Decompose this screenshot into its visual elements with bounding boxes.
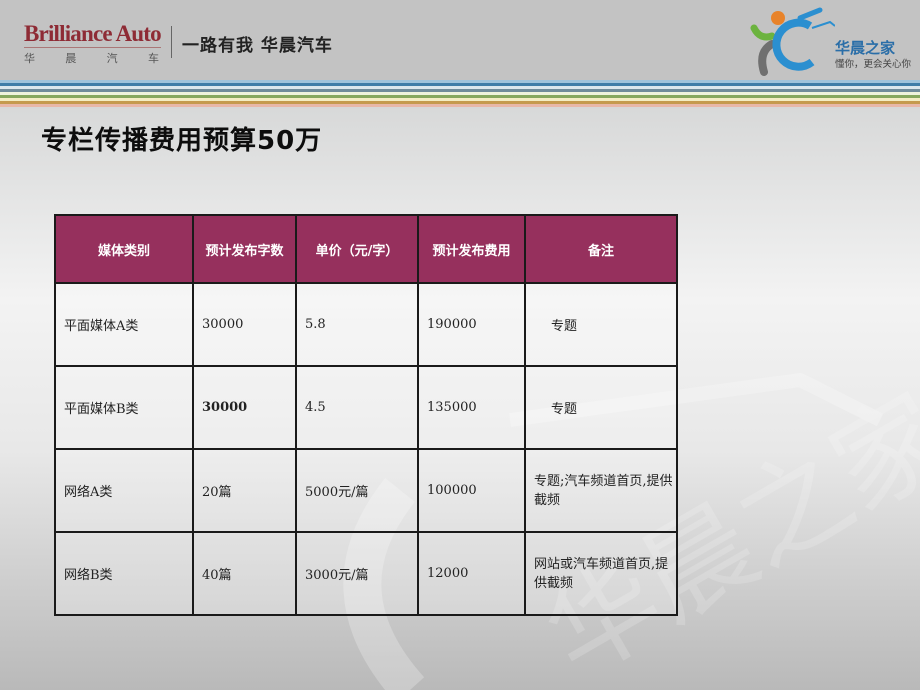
cell-category: 平面媒体B类 (54, 365, 194, 450)
cell-unit-price: 4.5 (295, 365, 419, 450)
brand-name: Brilliance Auto (24, 21, 162, 48)
partner-logo-title: 华晨之家 (835, 39, 896, 57)
brand-divider (171, 26, 172, 58)
column-header-unit-price: 单价（元/字） (295, 214, 419, 284)
cell-words: 30000 (192, 365, 297, 450)
cell-note: 网站或汽车频道首页,提供截频 (524, 531, 678, 616)
slide-header: Brilliance Auto 华 晨 汽 车 一路有我 华晨汽车 华晨之家 懂… (0, 0, 920, 80)
table-row: 平面媒体B类 30000 4.5 135000 专题 (54, 365, 678, 450)
cell-unit-price: 5.8 (295, 282, 419, 367)
brand-sub-char: 车 (147, 52, 159, 65)
cell-cost: 12000 (417, 531, 526, 616)
table-row: 网络B类 40篇 3000元/篇 12000 网站或汽车频道首页,提供截频 (54, 531, 678, 616)
budget-table: 媒体类别 预计发布字数 单价（元/字） 预计发布费用 备注 平面媒体A类 300… (54, 214, 678, 616)
cell-cost: 190000 (417, 282, 526, 367)
cell-note: 专题 (524, 365, 678, 450)
cell-words: 20篇 (192, 448, 297, 533)
brand-sub-char: 晨 (65, 52, 77, 65)
cell-words: 40篇 (192, 531, 297, 616)
brand-sub-char: 汽 (106, 52, 118, 65)
cell-cost: 100000 (417, 448, 526, 533)
cell-category: 网络B类 (54, 531, 194, 616)
slogan: 一路有我 华晨汽车 (182, 36, 333, 56)
column-header-note: 备注 (524, 214, 678, 284)
brand-subtitle: 华 晨 汽 车 (24, 50, 159, 66)
huachen-home-logo-icon (750, 7, 836, 76)
brilliance-auto-logo: Brilliance Auto 华 晨 汽 车 (24, 21, 162, 66)
cell-unit-price: 3000元/篇 (295, 531, 419, 616)
table-row: 平面媒体A类 30000 5.8 190000 专题 (54, 282, 678, 367)
huachen-home-logo: 华晨之家 懂你，更会关心你 (750, 4, 920, 78)
table-row: 网络A类 20篇 5000元/篇 100000 专题;汽车频道首页,提供截频 (54, 448, 678, 533)
header-color-stripes (0, 80, 920, 107)
partner-logo-tagline: 懂你，更会关心你 (835, 59, 912, 70)
cell-words: 30000 (192, 282, 297, 367)
cell-cost: 135000 (417, 365, 526, 450)
cell-note: 专题 (524, 282, 678, 367)
column-header-words: 预计发布字数 (192, 214, 297, 284)
cell-note: 专题;汽车频道首页,提供截频 (524, 448, 678, 533)
cell-unit-price: 5000元/篇 (295, 448, 419, 533)
slide-title: 专栏传播费用预算50万 (41, 126, 323, 156)
brand-sub-char: 华 (24, 52, 35, 65)
cell-category: 平面媒体A类 (54, 282, 194, 367)
table-header-row: 媒体类别 预计发布字数 单价（元/字） 预计发布费用 备注 (54, 214, 678, 284)
column-header-cost: 预计发布费用 (417, 214, 526, 284)
header-stripe (0, 104, 920, 107)
column-header-category: 媒体类别 (54, 214, 194, 284)
cell-category: 网络A类 (54, 448, 194, 533)
